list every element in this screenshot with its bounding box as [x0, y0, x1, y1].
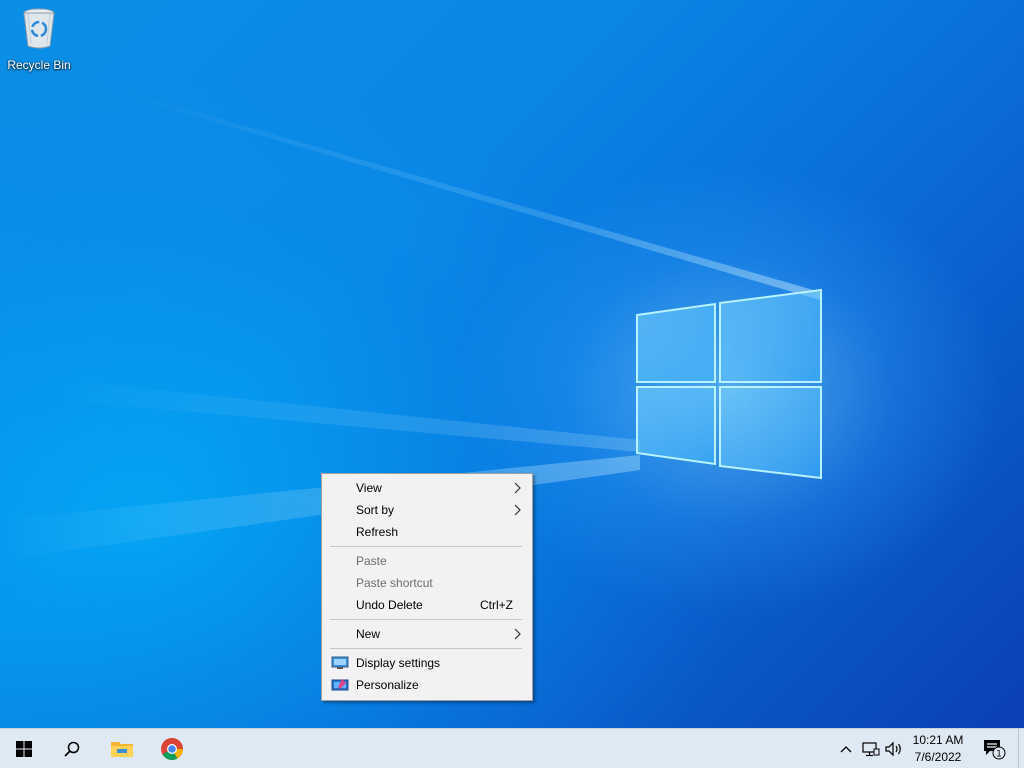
menu-item-label: Refresh	[356, 525, 399, 539]
display-settings-icon	[331, 656, 349, 669]
menu-item-shortcut: Ctrl+Z	[480, 598, 513, 612]
menu-item-label: View	[356, 481, 382, 495]
volume-icon	[885, 741, 901, 757]
network-button[interactable]	[861, 739, 881, 759]
chevron-right-icon	[514, 504, 521, 516]
menu-separator	[330, 619, 522, 620]
notification-count: 1	[996, 750, 1002, 760]
chrome-icon	[161, 738, 183, 760]
menu-item-undo-delete[interactable]: Undo Delete Ctrl+Z	[322, 594, 532, 616]
menu-item-view[interactable]: View	[322, 477, 532, 499]
menu-separator	[330, 546, 522, 547]
menu-item-paste-shortcut[interactable]: Paste shortcut	[322, 572, 532, 594]
search-icon	[64, 741, 80, 757]
file-explorer-button[interactable]	[98, 729, 146, 768]
menu-item-new[interactable]: New	[322, 623, 532, 645]
personalize-icon	[331, 679, 349, 691]
volume-button[interactable]	[884, 739, 904, 759]
menu-item-label: Sort by	[356, 503, 395, 517]
taskbar-clock[interactable]: 10:21 AM 7/6/2022	[906, 732, 970, 766]
desktop[interactable]: Recycle Bin View Sort by Refresh Paste P…	[0, 0, 1024, 768]
menu-item-label: Paste	[356, 554, 387, 568]
action-center-button[interactable]: 1	[976, 729, 1012, 768]
menu-item-paste[interactable]: Paste	[322, 550, 532, 572]
chevron-right-icon	[514, 628, 521, 640]
desktop-context-menu: View Sort by Refresh Paste Paste shortcu…	[321, 473, 533, 701]
menu-item-sort-by[interactable]: Sort by	[322, 499, 532, 521]
folder-icon	[111, 742, 133, 757]
desktop-icon-label: Recycle Bin	[7, 58, 71, 72]
menu-item-label: Display settings	[356, 656, 441, 670]
chevron-up-icon	[840, 746, 852, 753]
menu-item-display-settings[interactable]: Display settings	[322, 652, 532, 674]
menu-item-label: Paste shortcut	[356, 576, 433, 590]
menu-item-label: Undo Delete	[356, 598, 423, 612]
start-button[interactable]	[0, 729, 48, 768]
search-button[interactable]	[48, 729, 96, 768]
show-hidden-icons-button[interactable]	[836, 739, 856, 759]
show-desktop-button[interactable]	[1018, 729, 1024, 768]
clock-date: 7/6/2022	[914, 750, 962, 764]
windows-logo-icon	[16, 741, 32, 757]
menu-item-label: New	[356, 627, 381, 641]
menu-item-label: Personalize	[356, 678, 419, 692]
chrome-button[interactable]	[148, 729, 196, 768]
menu-item-personalize[interactable]: Personalize	[322, 674, 532, 696]
network-icon	[862, 742, 880, 757]
chevron-right-icon	[514, 482, 521, 494]
desktop-icon-recycle-bin[interactable]: Recycle Bin	[4, 6, 74, 76]
recycle-bin-icon	[19, 6, 59, 50]
taskbar: 10:21 AM 7/6/2022 1	[0, 728, 1024, 768]
menu-separator	[330, 648, 522, 649]
menu-item-refresh[interactable]: Refresh	[322, 521, 532, 543]
notification-icon: 1	[984, 740, 1006, 760]
clock-time: 10:21 AM	[912, 733, 964, 747]
